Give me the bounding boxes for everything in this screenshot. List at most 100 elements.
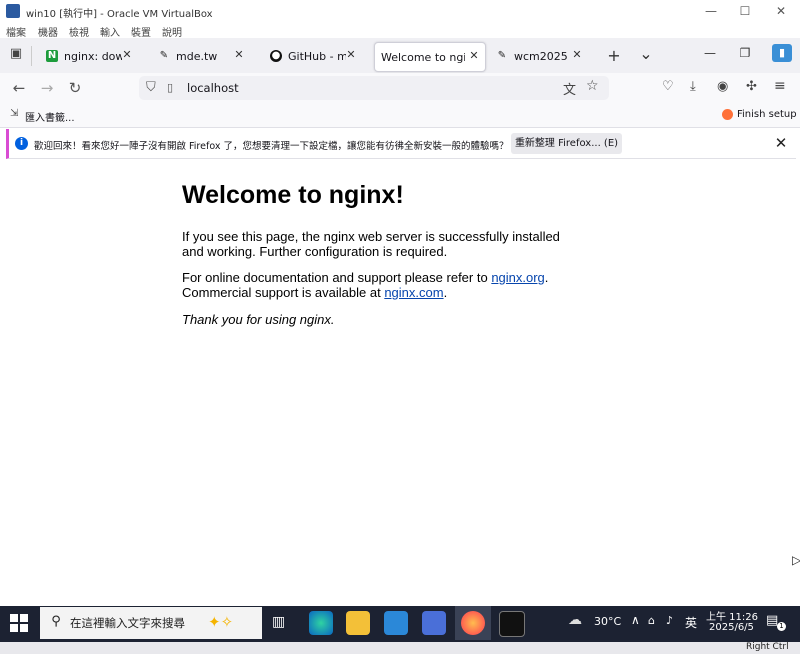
github-icon: ● (270, 50, 282, 62)
tab-label: nginx: downloa (64, 50, 122, 63)
pocket-icon[interactable]: ♡ (662, 79, 674, 94)
firefox-icon (461, 611, 485, 635)
list-all-tabs-icon[interactable]: ⌄ (636, 44, 656, 63)
account-icon[interactable]: ◉ (717, 79, 728, 94)
back-button[interactable]: ← (8, 77, 30, 99)
tab-github[interactable]: ● GitHub - mdecy ✕ (260, 42, 362, 70)
windows-logo-icon (10, 624, 18, 632)
app-icon[interactable] (422, 611, 446, 635)
windows-taskbar: ⚲ 在這裡輸入文字來搜尋 ✦✧ ▥ ☁ 30°C ∧ ⌂ ♪ 英 上午 11:2… (0, 606, 800, 654)
tab-close-icon[interactable]: ✕ (570, 48, 584, 61)
firefox-close-button[interactable]: ▮ (772, 44, 792, 62)
thanks-paragraph: Thank you for using nginx. (182, 312, 335, 327)
url-bar[interactable]: ⛉ ▯ localhost 文 ☆ (139, 76, 609, 100)
info-icon: i (15, 137, 28, 150)
tab-close-icon[interactable]: ✕ (232, 48, 246, 61)
tab-mde[interactable]: ✎ mde.tw ✕ (148, 42, 250, 70)
task-view-icon[interactable]: ▥ (272, 614, 285, 630)
url-text[interactable]: localhost (187, 81, 239, 95)
docs-text: . (443, 285, 448, 300)
tab-close-icon[interactable]: ✕ (344, 48, 358, 61)
nginx-com-link[interactable]: nginx.com (384, 285, 443, 300)
refresh-firefox-button[interactable]: 重新整理 Firefox... (E) (511, 133, 622, 154)
taskbar-search-box[interactable]: ⚲ 在這裡輸入文字來搜尋 ✦✧ (40, 607, 262, 639)
volume-icon[interactable]: ♪ (666, 614, 673, 627)
mde-icon: ✎ (497, 50, 507, 61)
vbox-menu-devices[interactable]: 裝置 (131, 24, 151, 39)
reload-button[interactable]: ↻ (64, 77, 86, 99)
vbox-menu-file[interactable]: 檔案 (6, 24, 26, 39)
vbox-menu-help[interactable]: 說明 (162, 24, 182, 39)
tab-nginx-download[interactable]: N nginx: downloa ✕ (36, 42, 138, 70)
forward-button[interactable]: → (36, 77, 58, 99)
tab-welcome-nginx[interactable]: Welcome to nginx! ✕ (374, 42, 486, 72)
notification-close-icon[interactable]: ✕ (772, 134, 790, 152)
intro-paragraph: If you see this page, the nginx web serv… (182, 229, 560, 259)
vbox-menu-machine[interactable]: 機器 (38, 24, 58, 39)
weather-icon[interactable]: ☁ (568, 612, 582, 628)
extensions-icon[interactable]: ✣ (746, 79, 757, 94)
finish-setup-link[interactable]: Finish setup (737, 109, 797, 120)
docs-paragraph: For online documentation and support ple… (182, 270, 582, 300)
clock-time[interactable]: 上午 11:26 (706, 608, 758, 623)
virtualbox-icon (6, 4, 20, 18)
search-highlight-icon: ✦✧ (208, 613, 234, 631)
windows-logo-icon (20, 614, 28, 622)
show-hidden-icons-icon[interactable]: ∧ (631, 613, 640, 627)
firefox-taskbar-active[interactable] (455, 606, 491, 640)
import-icon: ⇲ (10, 108, 19, 119)
notification-count-badge: 1 (777, 622, 786, 631)
nav-bar: ← → ↻ ⛉ ▯ localhost 文 ☆ ♡ ⤓ ◉ ✣ ≡ (0, 73, 800, 103)
page-content: Welcome to nginx! If you see this page, … (0, 162, 800, 602)
vbox-window-title: win10 [執行中] - Oracle VM VirtualBox (26, 9, 213, 20)
firefox-tab-bar: ▣ N nginx: downloa ✕ ✎ mde.tw ✕ ● GitHub… (0, 38, 800, 73)
terminal-icon[interactable] (499, 611, 525, 637)
menu-icon[interactable]: ≡ (774, 78, 786, 94)
mde-icon: ✎ (159, 50, 169, 61)
vbox-minimize-button[interactable]: — (702, 3, 720, 19)
vbox-maximize-button[interactable]: ☐ (736, 3, 754, 19)
tab-label: GitHub - mdecy (288, 50, 346, 63)
ime-indicator[interactable]: 英 (685, 614, 697, 631)
import-bookmarks-link[interactable]: 匯入書籤... (25, 109, 75, 124)
nginx-org-link[interactable]: nginx.org (491, 270, 544, 285)
store-icon[interactable] (384, 611, 408, 635)
tab-label: Welcome to nginx! (381, 51, 465, 64)
shield-icon[interactable]: ⛉ (146, 80, 156, 95)
start-button[interactable] (10, 614, 28, 632)
bookmarks-toolbar: ⇲ 匯入書籤... Finish setup (0, 103, 800, 128)
search-placeholder: 在這裡輸入文字來搜尋 (70, 616, 185, 630)
tab-label: mde.tw (176, 50, 218, 63)
notification-message: 歡迎回來！看來您好一陣子沒有開啟 Firefox 了，您想要清理一下設定檔，讓您… (34, 141, 509, 152)
edge-icon[interactable] (309, 611, 333, 635)
search-icon: ⚲ (51, 614, 61, 629)
tab-divider (31, 46, 32, 66)
bookmark-star-icon[interactable]: ☆ (586, 78, 599, 94)
file-explorer-icon[interactable] (346, 611, 370, 635)
mouse-cursor-icon: ▷ (792, 553, 800, 567)
windows-logo-icon (10, 614, 18, 622)
downloads-icon[interactable]: ⤓ (690, 79, 696, 94)
clock-date[interactable]: 2025/6/5 (709, 622, 754, 633)
tab-wcm2025[interactable]: ✎ wcm2025 ✕ (486, 42, 588, 70)
weather-temperature[interactable]: 30°C (594, 615, 621, 628)
windows-logo-icon (20, 624, 28, 632)
host-key-label: Right Ctrl (746, 642, 789, 652)
nginx-icon: N (46, 50, 58, 62)
tab-close-icon[interactable]: ✕ (120, 48, 134, 61)
translate-icon[interactable]: 文 (563, 79, 576, 98)
page-heading: Welcome to nginx! (182, 181, 404, 209)
firefox-minimize-button[interactable]: — (700, 46, 720, 60)
vbox-close-button[interactable]: ✕ (772, 3, 790, 19)
firefox-restore-button[interactable]: ❐ (735, 46, 755, 60)
vbox-menu-view[interactable]: 檢視 (69, 24, 89, 39)
tab-close-icon[interactable]: ✕ (467, 49, 481, 62)
new-tab-button[interactable]: + (604, 46, 624, 65)
tab-label: wcm2025 (514, 50, 568, 63)
firefox-view-icon[interactable]: ▣ (6, 46, 26, 66)
network-icon[interactable]: ⌂ (648, 614, 655, 627)
vbox-menu-input[interactable]: 輸入 (100, 24, 120, 39)
profile-refresh-notification: i 歡迎回來！看來您好一陣子沒有開啟 Firefox 了，您想要清理一下設定檔，… (6, 129, 796, 159)
firefox-logo-icon (722, 109, 733, 120)
vbox-menu-bar: 檔案 機器 檢視 輸入 裝置 說明 (0, 23, 800, 39)
